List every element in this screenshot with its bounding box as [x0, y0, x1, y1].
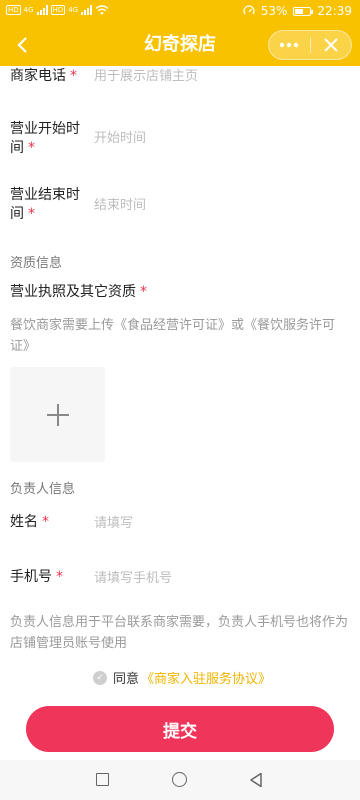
license-label-text: 营业执照及其它资质	[10, 284, 136, 300]
wifi-icon	[95, 5, 109, 15]
open-time-label-text: 营业开始时间	[10, 121, 80, 156]
agreement-link[interactable]: 《商家入驻服务协议》	[141, 668, 271, 687]
signal-icon	[36, 5, 48, 15]
clock: 22:39	[317, 4, 352, 18]
name-input[interactable]	[94, 513, 350, 533]
required-mark: *	[42, 514, 49, 530]
battery-icon	[293, 6, 314, 16]
close-time-input[interactable]	[94, 195, 350, 215]
status-left: HD 4G HD 4G	[6, 5, 109, 15]
required-mark: *	[56, 569, 63, 585]
sim1-badge: HD	[6, 5, 21, 15]
checkbox-icon[interactable]: ✓	[93, 670, 107, 685]
contact-section-title: 负责人信息	[10, 482, 76, 497]
submit-button[interactable]: 提交	[26, 706, 334, 752]
required-mark: *	[28, 206, 35, 222]
network-label-1: 4G	[23, 6, 34, 14]
required-mark: *	[28, 140, 35, 156]
open-time-input[interactable]	[94, 128, 350, 148]
signal-icon	[81, 5, 93, 15]
speed-icon	[243, 5, 255, 15]
close-time-label: 营业结束时间 *	[10, 186, 88, 224]
phone-input[interactable]	[94, 66, 350, 86]
circle-icon[interactable]	[172, 772, 187, 787]
open-time-label: 营业开始时间 *	[10, 120, 88, 158]
name-label: 姓名 *	[10, 513, 90, 532]
battery-fill	[295, 8, 303, 14]
triangle-back-icon[interactable]	[249, 772, 263, 788]
license-note: 餐饮商家需要上传《食品经营许可证》或《餐饮服务许可证》	[10, 318, 336, 354]
mobile-label-text: 手机号	[10, 569, 52, 585]
agreement-text: 同意	[113, 672, 140, 687]
mobile-label: 手机号 *	[10, 568, 90, 587]
mobile-input[interactable]	[94, 568, 350, 588]
chevron-left-icon[interactable]	[8, 30, 38, 60]
required-mark: *	[70, 68, 77, 84]
close-icon[interactable]	[310, 31, 351, 59]
qualification-section-title: 资质信息	[10, 256, 63, 271]
contact-note: 负责人信息用于平台联系商家需要，负责人手机号也将作为店铺管理员账号使用	[10, 615, 349, 651]
network-label-2: 4G	[68, 6, 79, 14]
agreement-row: ✓ 同意 《商家入驻服务协议》	[93, 668, 271, 687]
license-label: 营业执照及其它资质 *	[10, 283, 310, 302]
name-label-text: 姓名	[10, 514, 38, 530]
close-time-label-text: 营业结束时间	[10, 187, 80, 222]
sim2-badge: HD	[50, 5, 66, 15]
system-nav-bar	[0, 760, 360, 800]
status-bar: HD 4G HD 4G 53% 22:39	[0, 0, 360, 24]
app-header: 幻奇探店	[0, 24, 360, 66]
plus-icon-vertical	[57, 404, 59, 426]
mini-program-capsule	[268, 30, 352, 60]
phone-label-text: 商家电话	[10, 68, 66, 84]
license-upload-button[interactable]	[10, 367, 105, 462]
more-dots-icon[interactable]	[269, 31, 310, 59]
required-mark: *	[140, 284, 147, 300]
status-right: 53% 22:39	[243, 4, 352, 18]
square-icon[interactable]	[96, 773, 109, 786]
phone-label: 商家电话 *	[10, 67, 100, 86]
battery-percent: 53%	[260, 4, 288, 18]
